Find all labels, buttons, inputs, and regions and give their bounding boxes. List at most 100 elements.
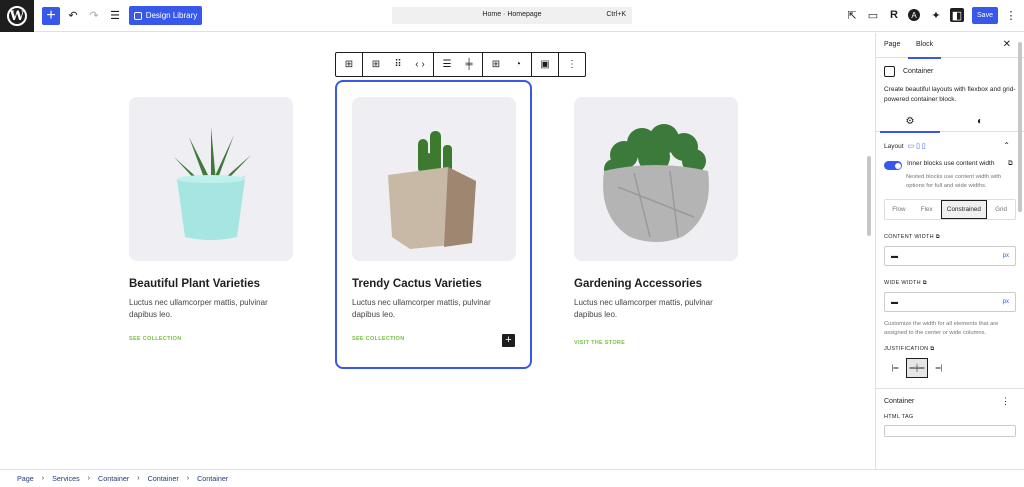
- layout-option-flow[interactable]: Flow: [885, 200, 913, 219]
- toggle-label: Inner blocks use content width: [907, 160, 995, 167]
- responsive-icon[interactable]: ⧉: [923, 280, 927, 286]
- select-parent-icon[interactable]: ⊞: [339, 55, 359, 75]
- plugin-r-icon[interactable]: R: [887, 8, 901, 22]
- sidebar-scrollbar[interactable]: [1018, 36, 1022, 466]
- wide-width-icon: ▬: [891, 299, 898, 306]
- card-text: Luctus nec ullamcorper mattis, pulvinar …: [129, 298, 268, 319]
- more-options-icon[interactable]: ⋮: [562, 55, 582, 75]
- responsive-icon[interactable]: ⧉: [936, 234, 940, 240]
- canvas-scrollbar[interactable]: [867, 36, 871, 466]
- content-width-unit[interactable]: px: [1003, 253, 1009, 259]
- tab-block[interactable]: Block: [907, 41, 942, 59]
- options-menu-icon[interactable]: ⋮: [1004, 8, 1018, 22]
- save-button[interactable]: Save: [972, 7, 998, 24]
- breadcrumb-item[interactable]: Container: [148, 474, 179, 483]
- breadcrumb-item[interactable]: Services: [52, 474, 80, 483]
- succulent-illustration: [174, 127, 251, 240]
- layout-option-constrained[interactable]: Constrained: [940, 200, 988, 219]
- wide-width-unit[interactable]: px: [1003, 299, 1009, 305]
- ai-sparkle-icon[interactable]: ✦: [929, 8, 943, 22]
- wide-width-input[interactable]: ▬ px: [884, 292, 1016, 312]
- content-width-icon: ▬: [891, 253, 898, 260]
- block-card: Container Create beautiful layouts with …: [876, 58, 1024, 112]
- chevron-right-icon: ›: [137, 475, 140, 482]
- layout-settings-icon[interactable]: ⊞: [486, 55, 506, 75]
- card-image-accessories: [574, 97, 738, 261]
- view-external-icon[interactable]: ⇱: [845, 8, 859, 22]
- wide-width-label: WIDE WIDTH ⧉: [876, 266, 1024, 287]
- breadcrumb-item[interactable]: Page: [17, 474, 34, 483]
- editor-topbar: W + ↶ ↷ ☰ Design Library Home · Homepage…: [0, 0, 1024, 32]
- breadcrumb-item[interactable]: Container: [197, 474, 228, 483]
- align-left-icon[interactable]: ☰: [437, 55, 457, 75]
- undo-icon[interactable]: ↶: [66, 8, 80, 22]
- card-image-plant: [129, 97, 293, 261]
- inner-blocks-toggle[interactable]: [884, 161, 902, 170]
- inner-blocks-toggle-row: Inner blocks use content width ⧉: [876, 150, 1024, 170]
- canvas-scroll-thumb[interactable]: [867, 156, 871, 236]
- settings-tab-gear-icon[interactable]: ⚙: [880, 116, 940, 133]
- close-icon[interactable]: ✕: [1003, 39, 1011, 50]
- wide-width-text: WIDE WIDTH: [884, 280, 921, 286]
- animation-icon[interactable]: ◔: [508, 55, 528, 75]
- justify-center-icon[interactable]: ═╪═: [906, 358, 928, 378]
- tab-page[interactable]: Page: [884, 41, 900, 48]
- block-card-header: Container: [884, 66, 1016, 77]
- container-block-icon: [884, 66, 895, 77]
- container-section-title: Container: [884, 398, 915, 405]
- breadcrumb-item[interactable]: Container: [98, 474, 129, 483]
- toolbar-group-block: ⊞ ⠿ ‹ ›: [363, 53, 434, 76]
- move-arrows-icon[interactable]: ‹ ›: [410, 55, 430, 75]
- layout-option-grid[interactable]: Grid: [987, 200, 1015, 219]
- justify-left-icon[interactable]: |═: [884, 358, 906, 378]
- justification-label: JUSTIFICATION ⧉: [876, 337, 1024, 353]
- toolbar-group-extra: ⊞ ◔: [483, 53, 532, 76]
- add-block-button[interactable]: +: [42, 7, 60, 25]
- styles-tab-contrast-icon[interactable]: ◐: [950, 116, 1010, 127]
- plugin-a-icon[interactable]: A: [908, 9, 920, 21]
- responsive-icon[interactable]: ⧉: [930, 346, 934, 352]
- chevron-right-icon: ›: [186, 475, 190, 482]
- device-preview-icon[interactable]: ▭: [866, 8, 880, 22]
- layout-panel-header[interactable]: Layout ▭ ▯ ▯ ⌃: [876, 132, 1024, 150]
- content-width-input[interactable]: ▬ px: [884, 246, 1016, 266]
- layout-option-flex[interactable]: Flex: [913, 200, 941, 219]
- save-pattern-icon[interactable]: ▣: [535, 55, 555, 75]
- chevron-up-icon[interactable]: ⌃: [1003, 141, 1010, 150]
- justify-center-icon[interactable]: ╪: [459, 55, 479, 75]
- wordpress-logo-button[interactable]: W: [0, 0, 34, 32]
- block-type-icon[interactable]: ⊞: [366, 55, 386, 75]
- redo-icon[interactable]: ↷: [87, 8, 101, 22]
- section-options-icon[interactable]: ⋮: [1001, 396, 1010, 407]
- settings-sidebar-toggle-icon[interactable]: ◧: [950, 8, 964, 22]
- container-section[interactable]: Container ⋮: [876, 388, 1024, 407]
- card-link[interactable]: SEE COLLECTION: [129, 336, 293, 342]
- card-plant[interactable]: Beautiful Plant Varieties Luctus nec ull…: [129, 97, 293, 342]
- responsive-icon[interactable]: ⧉: [1008, 160, 1013, 169]
- design-library-label: Design Library: [145, 11, 198, 20]
- drag-handle-icon[interactable]: ⠿: [388, 55, 408, 75]
- responsive-devices-icon[interactable]: ▭ ▯ ▯: [908, 142, 926, 150]
- justification-text: JUSTIFICATION: [884, 346, 929, 352]
- layout-type-selector: Flow Flex Constrained Grid: [884, 199, 1016, 220]
- moss-planter-illustration: [603, 124, 709, 242]
- sidebar-scroll-thumb[interactable]: [1018, 42, 1022, 212]
- justification-buttons: |═ ═╪═ ═|: [884, 358, 1016, 378]
- card-accessories[interactable]: Gardening Accessories Luctus nec ullamco…: [574, 97, 738, 346]
- justify-right-icon[interactable]: ═|: [928, 358, 950, 378]
- block-name: Container: [903, 68, 934, 75]
- cactus-illustration: [388, 131, 476, 249]
- command-title: Home · Homepage: [482, 11, 542, 18]
- card-cactus[interactable]: Trendy Cactus Varieties Luctus nec ullam…: [352, 97, 516, 342]
- design-library-icon: [133, 11, 142, 20]
- command-palette-bar[interactable]: Home · Homepage Ctrl+K: [392, 7, 632, 24]
- document-overview-icon[interactable]: ☰: [108, 8, 122, 22]
- block-appender-plus-icon[interactable]: +: [502, 334, 515, 347]
- card-link[interactable]: SEE COLLECTION: [352, 336, 516, 342]
- design-library-button[interactable]: Design Library: [129, 6, 202, 25]
- card-link[interactable]: VISIT THE STORE: [574, 340, 738, 346]
- toolbar-group-pattern: ▣: [532, 53, 559, 76]
- card-text: Luctus nec ullamcorper mattis, pulvinar …: [352, 298, 491, 319]
- card-image-cactus: [352, 97, 516, 261]
- html-tag-select[interactable]: [884, 425, 1016, 437]
